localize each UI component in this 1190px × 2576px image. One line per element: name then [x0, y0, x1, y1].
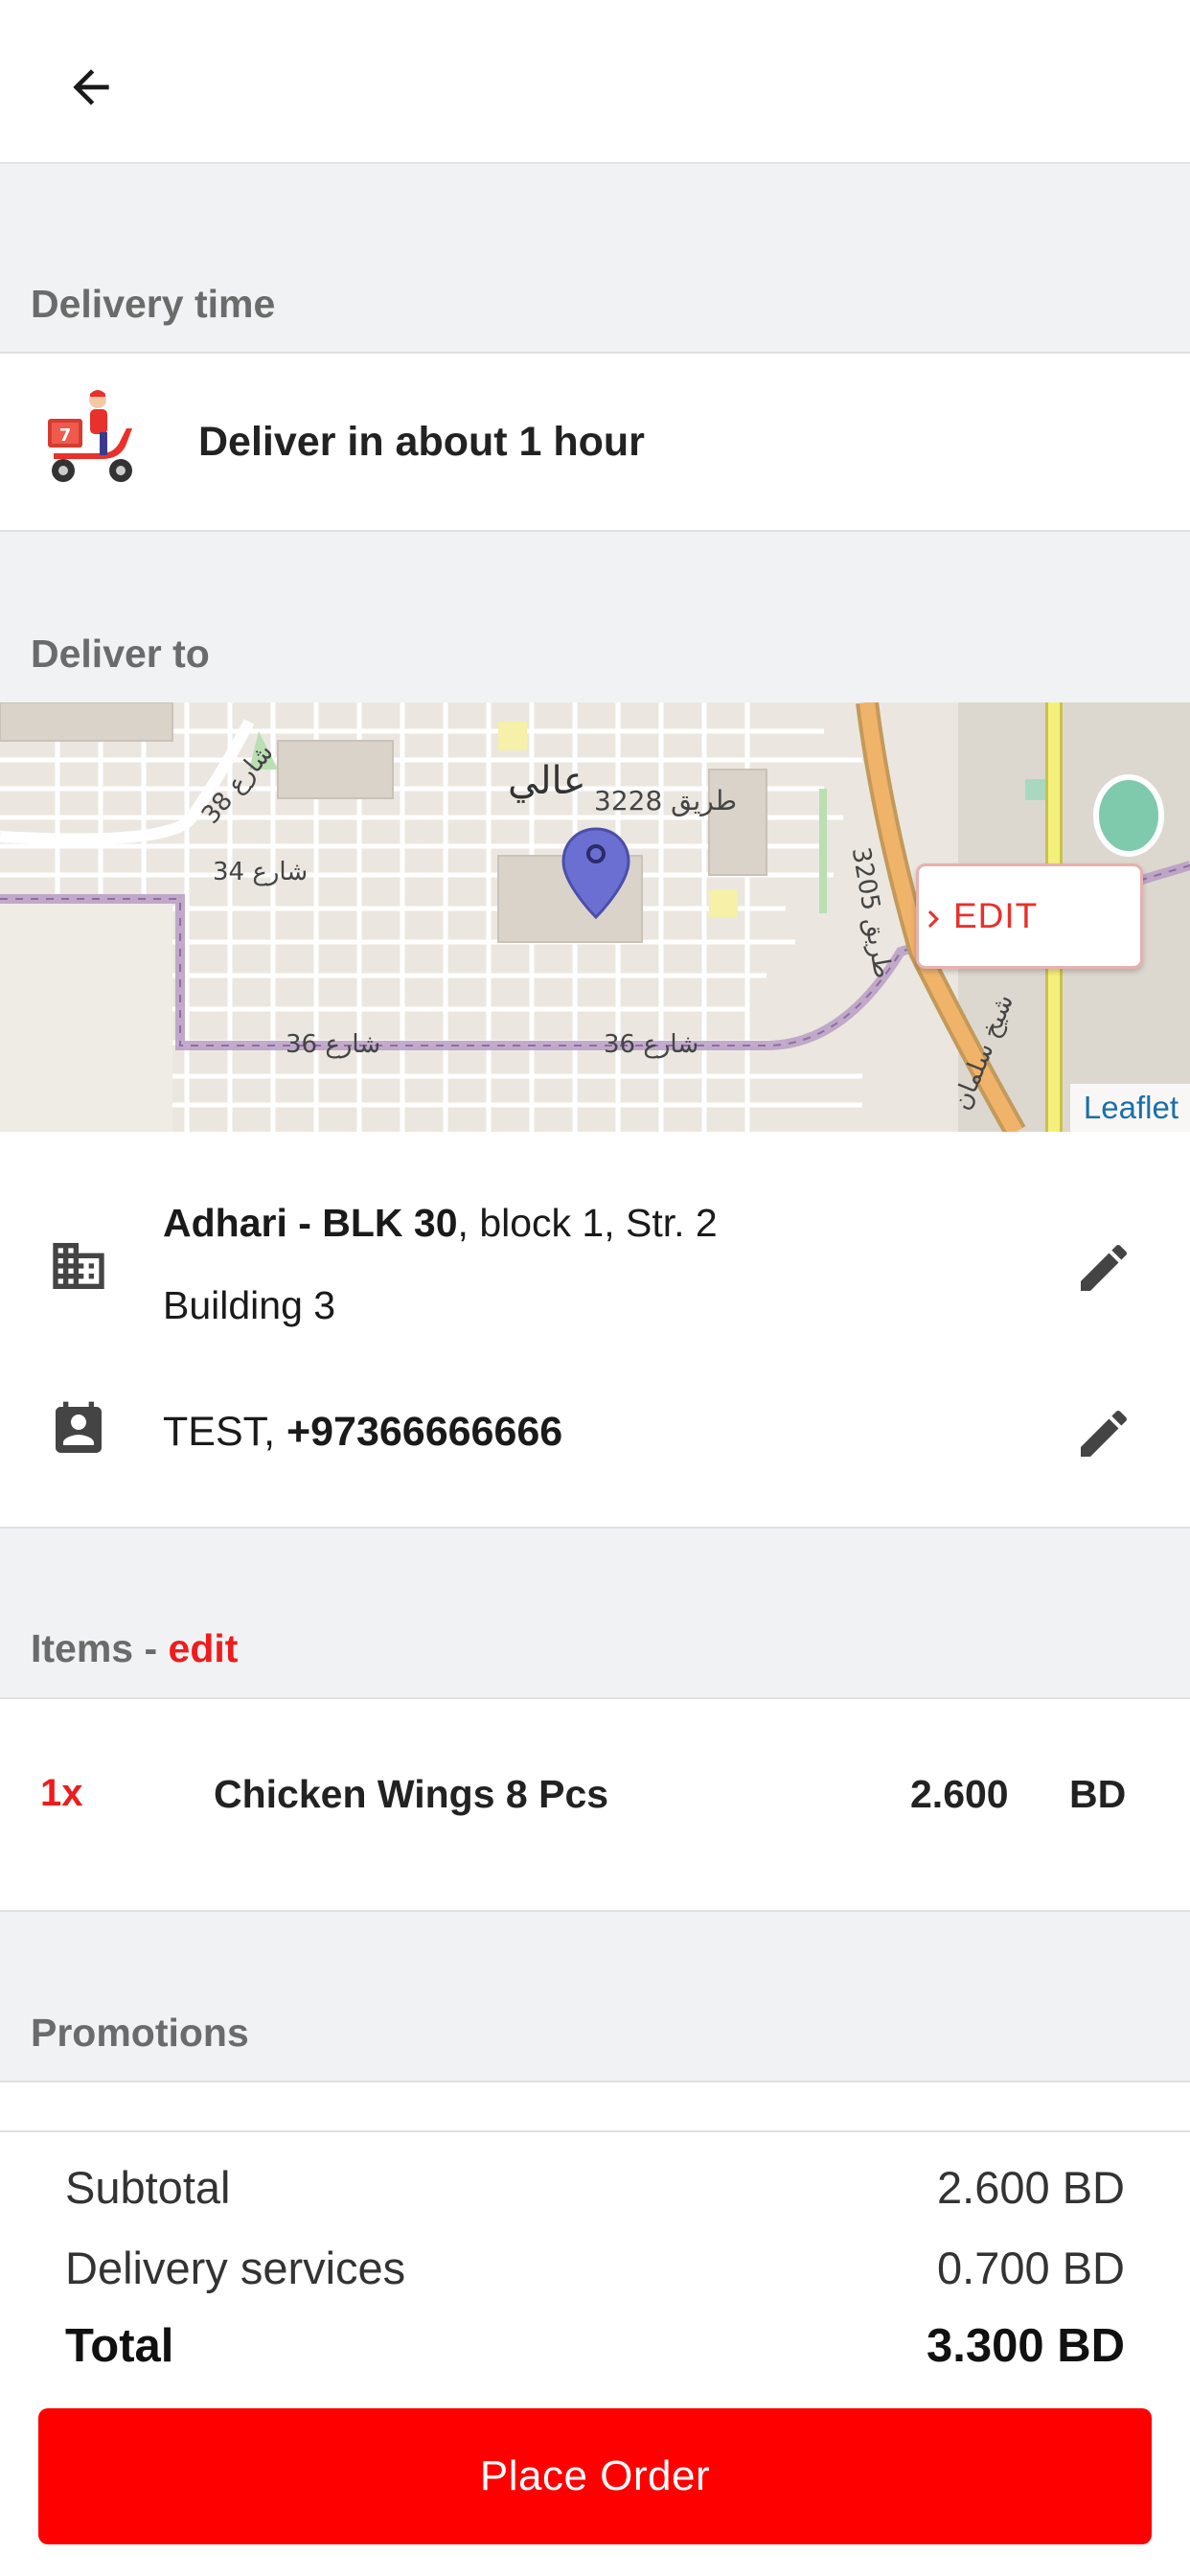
- list-item: 1x Chicken Wings 8 Pcs 2.600 BD: [0, 1697, 1190, 1912]
- contact-card-icon: [56, 1401, 102, 1453]
- delivery-fee-value: 0.700 BD: [937, 2242, 1125, 2293]
- chevron-right-icon: [927, 910, 939, 928]
- building-icon: [53, 1243, 104, 1289]
- svg-text:شارع 36: شارع 36: [604, 1030, 698, 1059]
- item-name: Chicken Wings 8 Pcs: [214, 1772, 609, 1816]
- contact-line: TEST, +97366666666: [163, 1409, 562, 1456]
- subtotal-value: 2.600 BD: [937, 2162, 1125, 2213]
- footer: Place Order: [0, 2391, 1190, 2576]
- svg-text:طريق 3228: طريق 3228: [594, 785, 737, 816]
- promotions-heading: Promotions: [31, 2011, 249, 2055]
- delivery-eta-text: Deliver in about 1 hour: [198, 419, 645, 465]
- address-line-1: Adhari - BLK 30, block 1, Str. 2: [163, 1201, 718, 1246]
- promotions-panel[interactable]: [0, 2081, 1190, 2132]
- edit-contact-pencil-icon[interactable]: [1073, 1403, 1134, 1464]
- delivery-fee-row: Delivery services 0.700 BD: [65, 2242, 1125, 2294]
- delivery-time-panel: 7 Deliver in about 1 hour: [0, 352, 1190, 532]
- delivery-scooter-icon: 7: [48, 390, 132, 482]
- deliver-to-heading: Deliver to: [31, 632, 210, 676]
- order-summary: Subtotal 2.600 BD Delivery services 0.70…: [0, 2132, 1190, 2391]
- top-bar: [0, 0, 1190, 164]
- address-line-2: Building 3: [163, 1283, 336, 1327]
- edit-items-link[interactable]: edit: [169, 1626, 239, 1670]
- subtotal-label: Subtotal: [65, 2162, 231, 2213]
- address-panel: Adhari - BLK 30, block 1, Str. 2 Buildin…: [0, 1132, 1190, 1529]
- item-quantity: 1x: [40, 1772, 83, 1814]
- edit-address-pencil-icon[interactable]: [1073, 1237, 1134, 1299]
- contact-name: TEST,: [163, 1409, 287, 1455]
- edit-location-button[interactable]: EDIT: [916, 863, 1143, 969]
- item-price: 2.600: [910, 1772, 1009, 1816]
- arrow-back-icon: [73, 69, 109, 105]
- svg-text:7: 7: [59, 426, 72, 446]
- map-attribution-link[interactable]: Leaflet: [1069, 1084, 1190, 1132]
- svg-text:عالي: عالي: [508, 759, 586, 803]
- total-row: Total 3.300 BD: [65, 2319, 1125, 2373]
- edit-location-label: EDIT: [953, 896, 1039, 935]
- address-name: Adhari - BLK 30: [163, 1201, 458, 1245]
- item-currency: BD: [1069, 1772, 1127, 1816]
- contact-phone: +97366666666: [286, 1409, 563, 1455]
- address-detail: , block 1, Str. 2: [457, 1201, 718, 1245]
- svg-text:شارع 36: شارع 36: [286, 1030, 380, 1059]
- delivery-map[interactable]: عالي طريق 3228 شارع 34 شارع 36 شارع 36 ش…: [0, 702, 1190, 1132]
- subtotal-row: Subtotal 2.600 BD: [65, 2161, 1125, 2214]
- items-heading: Items - edit: [31, 1626, 238, 1671]
- svg-text:شارع 34: شارع 34: [213, 858, 308, 886]
- place-order-button[interactable]: Place Order: [38, 2408, 1152, 2544]
- delivery-fee-label: Delivery services: [65, 2242, 406, 2293]
- delivery-time-heading: Delivery time: [31, 282, 276, 326]
- total-value: 3.300 BD: [926, 2320, 1125, 2372]
- total-label: Total: [65, 2320, 174, 2372]
- items-label: Items -: [31, 1626, 169, 1670]
- back-button[interactable]: [57, 54, 125, 121]
